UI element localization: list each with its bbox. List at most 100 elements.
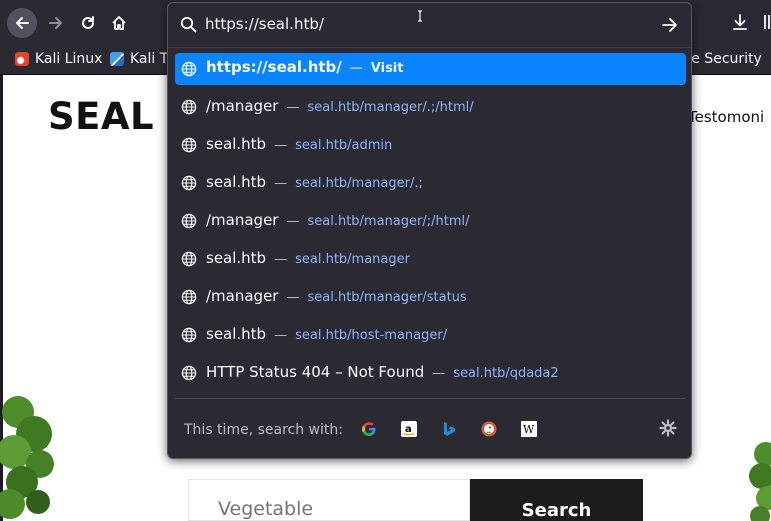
url-suggestion-row[interactable]: seal.htb — seal.htb/manager [175,243,686,275]
vegetable-search-box [188,479,470,521]
suggestion-text: /manager — seal.htb/manager/;/html/ [206,211,470,229]
suggestion-url: seal.htb/admin [295,138,393,153]
bookmark-kali-linux[interactable]: Kali Linux [15,51,102,67]
search-engine-amazon[interactable]: a [399,419,419,439]
suggestion-title: seal.htb [206,135,267,153]
kali-tools-icon [110,52,124,66]
kali-icon [15,52,29,66]
forward-button[interactable] [41,8,71,38]
suggestion-text: seal.htb — seal.htb/admin [206,135,392,153]
url-suggestion-row[interactable]: seal.htb — seal.htb/manager/.; [175,167,686,199]
suggestion-title: seal.htb [206,249,267,267]
search-engine-google[interactable] [359,419,379,439]
globe-icon [181,175,197,191]
suggestion-text: https://seal.htb/ — Visit [206,58,403,76]
globe-icon [181,99,197,115]
broccoli-image-right [749,442,771,521]
svg-text:a: a [405,424,412,435]
search-engine-wikipedia[interactable]: W [519,419,539,439]
urlbar-divider [168,47,691,48]
suggestion-title: https://seal.htb/ [206,58,342,76]
globe-icon [181,289,197,305]
one-offs-divider [175,398,686,399]
suggestion-title: /manager [206,97,279,115]
suggestion-url: seal.htb/manager/;/html/ [307,214,470,229]
google-icon [362,422,376,436]
gear-icon [659,419,677,437]
url-suggestion-row[interactable]: /manager — seal.htb/manager/.;/html/ [175,91,686,123]
suggestion-url: seal.htb/manager/.; [295,176,423,191]
nav-link-testimonials[interactable]: Testomoni [688,108,764,126]
back-button[interactable] [7,8,37,38]
suggestion-text: HTTP Status 404 – Not Found — seal.htb/qda… [206,363,559,381]
url-suggestion-row[interactable]: HTTP Status 404 – Not Found — seal.htb/qda… [175,357,686,389]
suggestion-title: seal.htb [206,173,267,191]
search-engine-bing[interactable] [439,419,459,439]
download-icon [733,14,747,30]
arrow-right-icon [49,17,62,29]
wikipedia-icon: W [521,421,537,437]
suggestion-separator: — [274,176,288,191]
suggestion-text: seal.htb — seal.htb/host-manager/ [206,325,447,343]
bookmark-offensive-security[interactable]: ve Security [683,51,762,67]
search-with-label: This time, search with: [184,422,343,438]
suggestion-url: seal.htb/qdada2 [453,366,559,381]
suggestion-text: /manager — seal.htb/manager/status [206,287,467,305]
suggestion-url: Visit [370,61,404,76]
suggestion-separator: — [432,366,446,381]
search-button[interactable]: Search [470,479,643,521]
reload-button[interactable] [73,8,103,38]
arrow-left-icon [16,17,29,29]
suggestion-url: seal.htb/host-manager/ [295,328,448,343]
amazon-icon: a [401,421,417,437]
bookmark-kali-tools[interactable]: Kali T [110,51,168,67]
suggestion-title: /manager [206,287,279,305]
library-icon [764,15,770,29]
globe-icon [181,251,197,267]
globe-icon [181,327,197,343]
home-button[interactable] [104,8,134,38]
reload-icon [82,16,94,29]
url-suggestion-row[interactable]: seal.htb — seal.htb/host-manager/ [175,319,686,351]
vegetable-search-input[interactable] [218,498,448,520]
suggestion-text: seal.htb — seal.htb/manager [206,249,410,267]
url-suggestion-row[interactable]: /manager — seal.htb/manager/status [175,281,686,313]
bookmark-label: Kali T [130,51,169,67]
urlbar [168,3,691,47]
bing-icon [444,422,455,436]
globe-icon [181,137,197,153]
bookmark-label: Kali Linux [35,51,103,67]
search-engine-duckduckgo[interactable] [479,419,499,439]
url-suggestion-row[interactable]: /manager — seal.htb/manager/;/html/ [175,205,686,237]
suggestion-title: HTTP Status 404 – Not Found [206,363,425,381]
suggestion-separator: — [286,100,300,115]
duckduckgo-icon [481,421,497,437]
globe-icon [181,61,197,77]
url-suggestions-list: https://seal.htb/— Visit/manager — seal.htb… [175,53,686,395]
suggestion-text: seal.htb — seal.htb/manager/.; [206,173,423,191]
suggestion-separator: — [274,252,288,267]
svg-text:W: W [523,423,535,436]
suggestion-separator: — [286,214,300,229]
suggestion-url: seal.htb/manager/.;/html/ [307,100,474,115]
search-settings-button[interactable] [659,419,677,441]
broccoli-image-left [0,396,54,519]
globe-icon [181,213,197,229]
suggestion-title: seal.htb [206,325,267,343]
text-cursor-icon [418,10,422,22]
suggestion-url: seal.htb/manager [295,252,410,267]
home-icon [112,16,126,30]
downloads-button[interactable] [731,13,749,35]
suggestion-separator: — [349,61,363,76]
url-suggestion-row[interactable]: https://seal.htb/ — Visit [175,53,686,85]
globe-icon [181,365,197,381]
library-button[interactable] [763,13,771,35]
suggestion-url: seal.htb/manager/status [307,290,467,305]
suggestion-text: /manager — seal.htb/manager/.;/html/ [206,97,474,115]
suggestion-separator: — [274,328,288,343]
suggestion-separator: — [274,138,288,153]
go-button[interactable] [660,15,680,35]
urlbar-dropdown: https://seal.htb/—Visit/manager—seal.htb… [167,2,692,459]
arrow-right-icon [662,18,677,32]
url-suggestion-row[interactable]: seal.htb — seal.htb/admin [175,129,686,161]
